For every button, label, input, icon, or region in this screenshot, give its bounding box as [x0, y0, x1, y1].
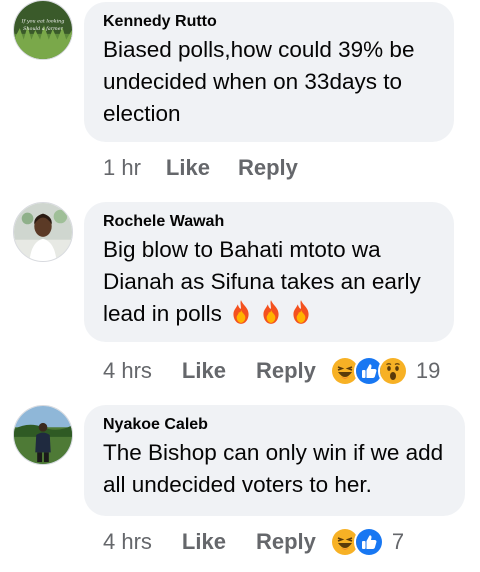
- comment-bubble: Rochele Wawah Big blow to Bahati mtoto w…: [84, 202, 454, 342]
- comment-actions: 4 hrs Like Reply 19: [103, 356, 448, 386]
- avatar-caption-2: Should a farmer: [23, 26, 63, 32]
- comment-time[interactable]: 4 hrs: [103, 358, 152, 384]
- comment-author[interactable]: Nyakoe Caleb: [103, 415, 447, 435]
- wow-reaction-icon: [377, 356, 408, 386]
- comment-time[interactable]: 4 hrs: [103, 529, 152, 555]
- reply-button[interactable]: Reply: [256, 529, 316, 555]
- comment-author[interactable]: Rochele Wawah: [103, 212, 436, 232]
- comment-text-wrapper: Big blow to Bahati mtoto wa Dianah as Si…: [103, 234, 436, 334]
- like-button[interactable]: Like: [182, 358, 226, 384]
- comment-text: Biased polls,how could 39% be undecided …: [103, 37, 415, 126]
- reaction-count[interactable]: 19: [416, 358, 440, 384]
- avatar-image: [14, 406, 72, 464]
- comment-time[interactable]: 1 hr: [103, 155, 141, 181]
- like-button[interactable]: Like: [166, 155, 210, 181]
- comment-text: The Bishop can only win if we add all un…: [103, 440, 444, 497]
- reactions-summary[interactable]: [329, 356, 408, 386]
- fire-emoji: [228, 299, 254, 334]
- fire-emoji: [288, 299, 314, 334]
- like-reaction-icon: [353, 527, 384, 557]
- reactions-summary[interactable]: [329, 527, 384, 557]
- avatar-caption-1: If you eat looking: [21, 18, 65, 24]
- comment-author[interactable]: Kennedy Rutto: [103, 12, 436, 32]
- avatar[interactable]: [13, 405, 73, 465]
- reaction-count[interactable]: 7: [392, 529, 404, 555]
- avatar-image: If you eat looking Should a farmer: [14, 1, 72, 59]
- avatar[interactable]: If you eat looking Should a farmer: [13, 0, 73, 60]
- comment-actions: 4 hrs Like Reply 7: [103, 527, 404, 557]
- comment-actions: 1 hr Like Reply: [103, 153, 298, 183]
- avatar-image: [14, 203, 72, 261]
- comment-bubble: Nyakoe Caleb The Bishop can only win if …: [84, 405, 465, 516]
- fire-emoji: [258, 299, 284, 334]
- reply-button[interactable]: Reply: [238, 155, 298, 181]
- avatar[interactable]: [13, 202, 73, 262]
- comment-bubble: Kennedy Rutto Biased polls,how could 39%…: [84, 2, 454, 142]
- reply-button[interactable]: Reply: [256, 358, 316, 384]
- like-button[interactable]: Like: [182, 529, 226, 555]
